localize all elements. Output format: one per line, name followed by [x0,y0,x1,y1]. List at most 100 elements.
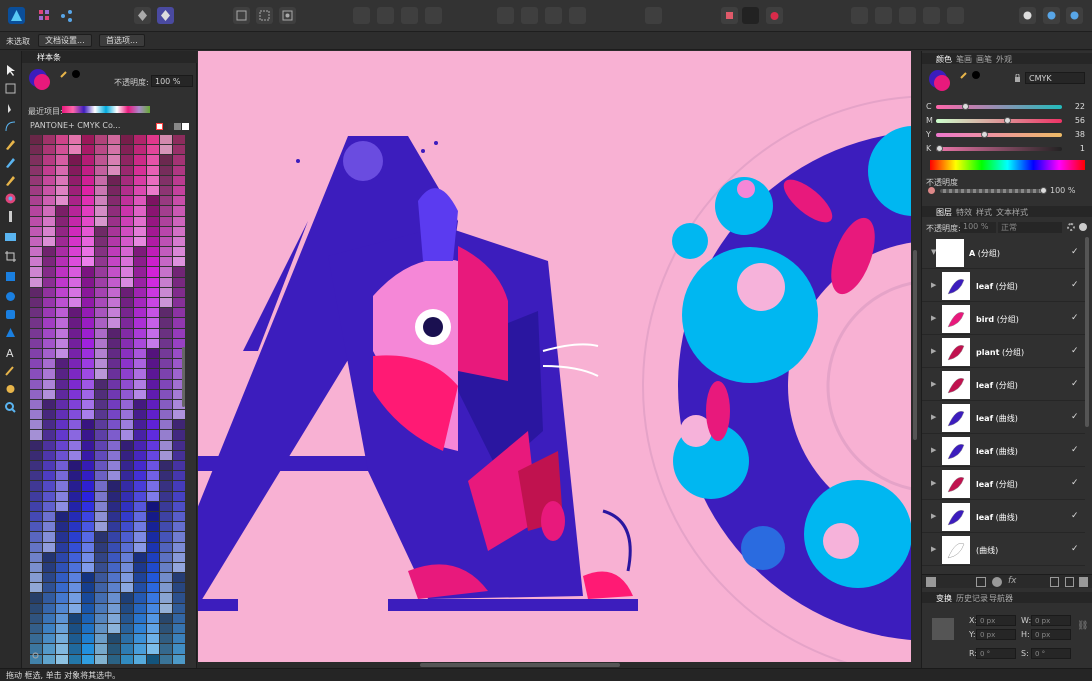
swatch-cell[interactable] [56,399,68,410]
swatch-cell[interactable] [134,399,146,410]
swatch-cell[interactable] [173,613,185,623]
swatch-cell[interactable] [30,562,42,573]
tab-color[interactable]: 颜色 [936,54,952,65]
swatch-cell[interactable] [82,573,94,583]
adjustment-icon[interactable] [992,577,1002,587]
swatch-cell[interactable] [121,175,133,185]
swatch-cell[interactable] [134,573,146,583]
expand-arrow-icon[interactable]: ▶ [931,545,936,553]
swatch-cell[interactable] [95,430,107,440]
swatch-cell[interactable] [69,624,81,634]
swatch-cell[interactable] [108,410,120,420]
swatch-cell[interactable] [69,165,81,175]
swatch-cell[interactable] [121,257,133,267]
swatch-cell[interactable] [95,552,107,562]
swatch-cell[interactable] [30,165,42,175]
swatch-cell[interactable] [43,450,55,460]
swatch-cell[interactable] [147,247,159,257]
swatch-cell[interactable] [160,348,172,359]
layer-row[interactable]: ▶ leaf (分组) ✓ [922,270,1085,302]
grid-toggle-icon[interactable] [134,7,151,24]
layer-visible-check[interactable]: ✓ [1071,412,1079,422]
swatch-cell[interactable] [108,644,120,654]
swatch-cell[interactable] [134,654,146,664]
swatch-cell[interactable] [147,155,159,165]
swatch-cell[interactable] [56,185,68,196]
swatch-cell[interactable] [56,542,68,552]
swatch-cell[interactable] [108,430,120,440]
swatch-cell[interactable] [160,440,172,450]
swatch-cell[interactable] [43,267,55,277]
swatch-cell[interactable] [108,481,120,491]
swatch-cell[interactable] [95,461,107,471]
swatch-cell[interactable] [147,216,159,226]
swatch-cell[interactable] [173,267,185,277]
layer-opacity-field[interactable]: 100 % [960,222,996,233]
swatch-cell[interactable] [56,318,68,328]
swatch-cell[interactable] [82,155,94,165]
swatch-cell[interactable] [147,410,159,420]
layer-visible-check[interactable]: ✓ [1071,346,1079,356]
swatch-cell[interactable] [95,522,107,532]
swatch-cell[interactable] [121,287,133,297]
swatch-cell[interactable] [121,359,133,369]
swatch-cell[interactable] [121,369,133,379]
swatch-cell[interactable] [121,338,133,348]
swatch-cell[interactable] [30,379,42,389]
channel-k-knob[interactable] [936,145,943,152]
swatch-cell[interactable] [160,257,172,267]
rotate-right-icon[interactable] [569,7,586,24]
swatch-cell[interactable] [173,165,185,175]
swatch-cell[interactable] [160,359,172,369]
layer-row[interactable]: ▶ leaf (分组) ✓ [922,468,1085,500]
swatch-cell[interactable] [43,247,55,257]
swatch-cell[interactable] [173,216,185,226]
swatch-cell[interactable] [108,491,120,501]
swatch-cell[interactable] [108,348,120,359]
swatch-cell[interactable] [95,348,107,359]
swatch-cell[interactable] [69,532,81,542]
swatch-cell[interactable] [108,461,120,471]
swatch-cell[interactable] [173,522,185,532]
document-setup-button[interactable]: 文档设置... [38,34,92,47]
swatch-cell[interactable] [30,185,42,196]
swatch-cell[interactable] [134,135,146,145]
swatch-cell[interactable] [69,593,81,603]
swatch-cell[interactable] [121,613,133,623]
swatch-cell[interactable] [160,491,172,501]
order-back-icon[interactable] [353,7,370,24]
swatch-cell[interactable] [147,236,159,247]
swatch-cell[interactable] [160,236,172,247]
swatch-cell[interactable] [82,399,94,410]
swatch-cell[interactable] [69,430,81,440]
swatch-cell[interactable] [121,389,133,399]
swatch-cell[interactable] [82,175,94,185]
swatch-cell[interactable] [30,196,42,206]
swatch-cell[interactable] [95,155,107,165]
swatch-cell[interactable] [160,471,172,481]
swatch-cell[interactable] [43,257,55,267]
layer-visible-check[interactable]: ✓ [1071,247,1079,257]
swatch-cell[interactable] [43,206,55,216]
swatch-cell[interactable] [108,450,120,460]
swatch-cell[interactable] [56,461,68,471]
node-tool-icon[interactable] [3,101,18,116]
swatch-cell[interactable] [82,216,94,226]
swatch-cell[interactable] [43,461,55,471]
swatch-cell[interactable] [56,440,68,450]
swatch-cell[interactable] [43,562,55,573]
swatch-cell[interactable] [173,562,185,573]
swatch-cell[interactable] [173,287,185,297]
recent-colors-strip[interactable] [62,106,150,113]
swatch-cell[interactable] [43,287,55,297]
swatch-cell[interactable] [69,328,81,338]
swatch-cell[interactable] [160,613,172,623]
swatch-cell[interactable] [173,603,185,613]
swatch-cell[interactable] [43,185,55,196]
triangle-tool-icon[interactable] [3,325,18,340]
swatch-cell[interactable] [95,196,107,206]
bool-divide-icon[interactable] [923,7,940,24]
swatch-cell[interactable] [69,399,81,410]
swatch-cell[interactable] [160,379,172,389]
swatch-cell[interactable] [134,165,146,175]
